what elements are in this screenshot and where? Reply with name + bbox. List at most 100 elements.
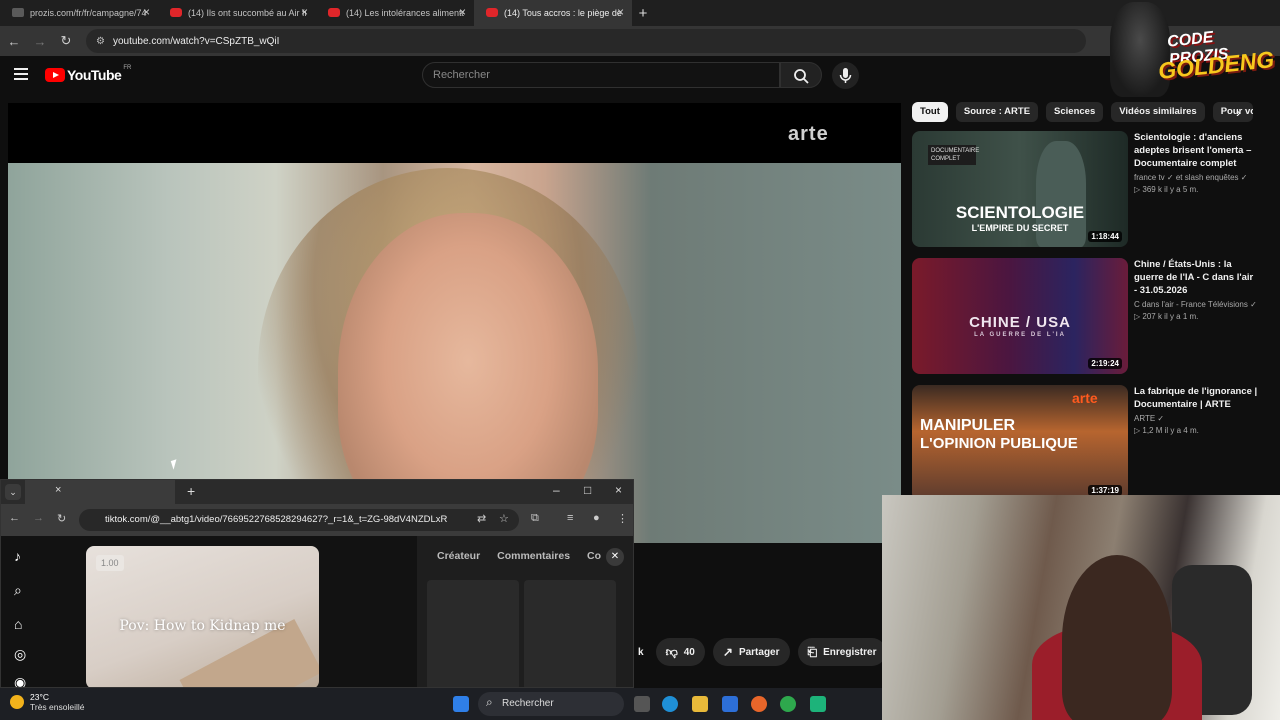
minimize-icon[interactable]: – (553, 483, 560, 497)
dislike-button[interactable]: 👎︎ 40 (655, 638, 705, 666)
search-button[interactable] (780, 62, 822, 88)
tiktok-browser-window[interactable]: ⌄ × + – □ × ← → ↻ tiktok.com/@__abtg1/vi… (0, 479, 634, 688)
chip-for-you[interactable]: Pour vo (1212, 102, 1253, 122)
search-icon (794, 69, 809, 84)
tiktok-address-bar: ← → ↻ tiktok.com/@__abtg1/video/76695227… (1, 504, 633, 536)
close-tab-icon[interactable]: × (617, 5, 624, 19)
explore-icon[interactable]: ◎ (14, 646, 26, 663)
thumbnail-subtitle: LA GUERRE DE L'IA (974, 332, 1066, 338)
video-stats: ▷ 369 k il y a 5 m. (1134, 185, 1199, 194)
chip-all[interactable]: Tout (912, 102, 948, 122)
chip-source-arte[interactable]: Source : ARTE (955, 102, 1039, 122)
chrome-icon[interactable] (780, 696, 796, 712)
video-title[interactable]: La fabrique de l'ignorance | Documentair… (1134, 385, 1258, 411)
reload-icon[interactable]: ↻ (54, 33, 78, 49)
arte-badge: arte (1072, 390, 1098, 406)
recommendation-item[interactable]: DOCUMENTAIRE COMPLET SCIENTOLOGIE L'EMPI… (912, 131, 1272, 247)
browser-tab-active[interactable]: (14) Tous accros : le piège des a × (474, 0, 632, 26)
video-title[interactable]: Chine / États-Unis : la guerre de l'IA -… (1134, 258, 1258, 297)
edge-icon[interactable] (662, 696, 678, 712)
tiktok-tab[interactable]: × (25, 480, 175, 504)
back-icon[interactable]: ← (9, 512, 20, 524)
new-tab-button[interactable]: + (632, 5, 654, 22)
close-tab-icon[interactable]: × (459, 5, 466, 19)
profile-icon[interactable]: ● (593, 512, 600, 524)
video-actions: k 👎︎ 40 ↗ Partager ⎗ Enregistrer (634, 637, 894, 667)
recommendation-item[interactable]: arte MANIPULER L'OPINION PUBLIQUE 1:37:1… (912, 385, 1272, 501)
youtube-logo[interactable]: YouTube FR (45, 65, 132, 83)
reload-icon[interactable]: ↻ (57, 512, 66, 525)
youtube-favicon-icon (328, 8, 340, 17)
media-icon[interactable]: ≡ (567, 512, 573, 524)
tiktok-sidebar: ♪ ⌕ ⌂ ◎ ◉ (1, 536, 45, 687)
video-thumbnail[interactable]: DOCUMENTAIRE COMPLET SCIENTOLOGIE L'EMPI… (912, 131, 1128, 247)
search-input[interactable]: Rechercher (422, 62, 780, 88)
video-player[interactable]: arte (8, 103, 901, 543)
region-code: FR (123, 65, 132, 71)
windows-start-icon[interactable] (453, 696, 469, 712)
share-button[interactable]: ↗ Partager (712, 638, 790, 666)
site-settings-icon[interactable]: ⚙ (96, 36, 105, 47)
maximize-icon[interactable]: □ (584, 483, 591, 497)
translate-icon[interactable]: ⇄ (477, 512, 486, 525)
video-duration: 2:19:24 (1088, 358, 1122, 369)
menu-icon[interactable] (14, 68, 28, 83)
close-tab-icon[interactable]: × (55, 484, 61, 496)
playback-speed[interactable]: 1.00 (96, 555, 124, 571)
chip-similar[interactable]: Vidéos similaires (1111, 102, 1205, 122)
tiktok-logo-icon[interactable]: ♪ (14, 548, 21, 564)
url-field[interactable]: ⚙ youtube.com/watch?v=CSpZTB_wQiI (86, 29, 1086, 53)
tiktok-video[interactable]: 1.00 Pov: How to Kidnap me (86, 546, 319, 687)
task-view-icon[interactable] (634, 696, 650, 712)
browser-tab[interactable]: prozis.com/fr/fr/campagne/74 × (0, 0, 158, 26)
recommendation-item[interactable]: CHINE / USA LA GUERRE DE L'IA 2:19:24 Ch… (912, 258, 1272, 374)
channel-name[interactable]: C dans l'air - France Télévisions ✓ (1134, 300, 1258, 309)
channel-name[interactable]: ARTE ✓ (1134, 414, 1258, 423)
close-panel-icon[interactable]: ✕ (606, 548, 624, 566)
share-icon: ↗ (722, 645, 733, 659)
chevron-right-icon[interactable]: › (1236, 104, 1241, 120)
panel-tabs: Créateur Commentaires Co (437, 550, 615, 562)
browser-tab[interactable]: (14) Les intolérances alimentai × (316, 0, 474, 26)
new-tab-button[interactable]: + (187, 483, 195, 499)
video-card[interactable] (524, 580, 616, 687)
close-window-icon[interactable]: × (615, 483, 622, 497)
save-button[interactable]: ⎗ Enregistrer (797, 638, 887, 666)
weather-widget[interactable]: 23°C Très ensoleillé (10, 692, 85, 712)
store-icon[interactable] (722, 696, 738, 712)
url-text: youtube.com/watch?v=CSpZTB_wQiI (112, 35, 280, 47)
video-thumbnail[interactable]: CHINE / USA LA GUERRE DE L'IA 2:19:24 (912, 258, 1128, 374)
search-icon[interactable]: ⌕ (14, 582, 22, 599)
extensions-icon[interactable]: ⧉ (531, 512, 539, 525)
close-tab-icon[interactable]: × (301, 5, 308, 19)
close-tab-icon[interactable]: × (143, 5, 150, 19)
home-icon[interactable]: ⌂ (14, 616, 22, 632)
app-icon[interactable] (810, 696, 826, 712)
back-icon[interactable]: ← (2, 34, 26, 49)
star-icon[interactable]: ☆ (499, 512, 509, 525)
chip-sciences[interactable]: Sciences (1046, 102, 1104, 122)
voice-search-button[interactable] (832, 62, 859, 89)
video-duration: 1:18:44 (1088, 231, 1122, 242)
more-icon[interactable]: ⋮ (617, 512, 628, 525)
tab-comments[interactable]: Commentaires (497, 550, 570, 562)
like-count[interactable]: k (634, 638, 648, 666)
avatar[interactable]: ◉ (14, 674, 26, 687)
tab-creator[interactable]: Créateur (437, 550, 480, 562)
forward-icon[interactable]: → (33, 512, 44, 524)
taskbar-search[interactable]: Rechercher (478, 692, 624, 716)
video-card[interactable] (427, 580, 519, 687)
firefox-icon[interactable] (751, 696, 767, 712)
browser-tab-strip: prozis.com/fr/fr/campagne/74 × (14) Ils … (0, 0, 1280, 26)
video-thumbnail[interactable]: arte MANIPULER L'OPINION PUBLIQUE 1:37:1… (912, 385, 1128, 501)
chevron-down-icon[interactable]: ⌄ (5, 484, 21, 500)
browser-tab[interactable]: (14) Ils ont succombé au Air fry × (158, 0, 316, 26)
tiktok-url-field[interactable]: tiktok.com/@__abtg1/video/76695227685282… (79, 509, 519, 531)
video-title[interactable]: Scientologie : d'anciens adeptes brisent… (1134, 131, 1258, 170)
file-explorer-icon[interactable] (692, 696, 708, 712)
save-label: Enregistrer (823, 646, 877, 658)
forward-icon[interactable]: → (28, 34, 52, 49)
channel-name[interactable]: france tv ✓ et slash enquêtes ✓ (1134, 173, 1258, 182)
tab-more[interactable]: Co (587, 550, 601, 562)
video-letterbox (8, 103, 901, 163)
